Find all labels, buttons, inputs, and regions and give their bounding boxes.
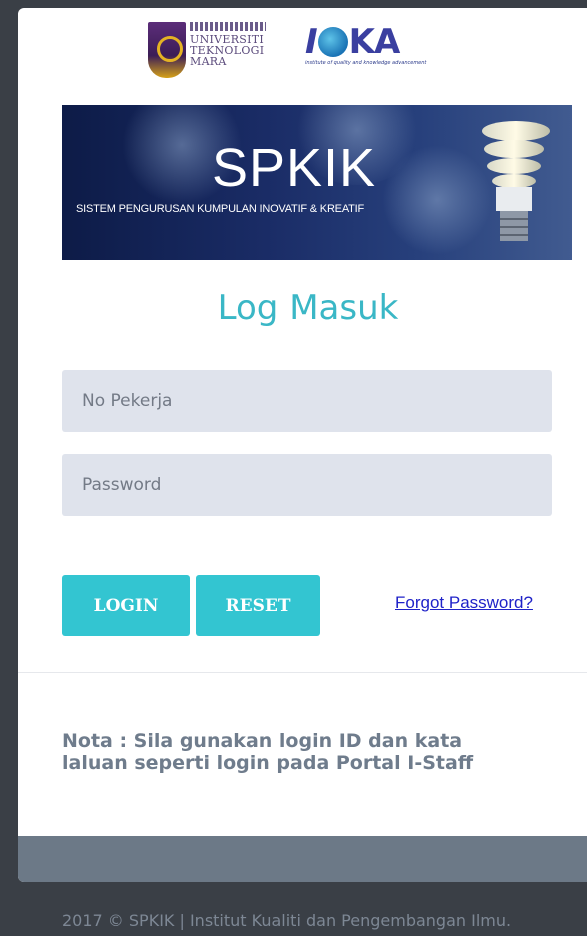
page-background xyxy=(0,0,18,936)
iqka-wordmark: I KA xyxy=(305,22,400,62)
employee-number-input[interactable] xyxy=(62,370,552,432)
login-note: Nota : Sila gunakan login ID dan kata la… xyxy=(62,730,474,774)
uitm-line-3: MARA xyxy=(190,55,227,68)
logo-header: UNIVERSITI TEKNOLOGI MARA I KA institute … xyxy=(18,8,587,98)
banner-subtitle: SISTEM PENGURUSAN KUMPULAN INOVATIF & KR… xyxy=(76,203,365,215)
login-button[interactable]: LOGIN xyxy=(62,575,190,636)
login-card: UNIVERSITI TEKNOLOGI MARA I KA institute … xyxy=(18,8,587,882)
forgot-password-link[interactable]: Forgot Password? xyxy=(395,593,533,613)
iqka-logo: I KA institute of quality and knowledge a… xyxy=(305,22,475,66)
spkik-banner: SPKIK SISTEM PENGURUSAN KUMPULAN INOVATI… xyxy=(62,105,572,260)
banner-title: SPKIK xyxy=(212,138,377,198)
uitm-logo: UNIVERSITI TEKNOLOGI MARA xyxy=(148,22,266,78)
reset-button[interactable]: RESET xyxy=(196,575,320,636)
divider xyxy=(18,672,587,673)
uitm-crest-icon xyxy=(148,22,186,78)
password-input[interactable] xyxy=(62,454,552,516)
page-title: Log Masuk xyxy=(217,288,399,328)
globe-icon xyxy=(317,27,348,57)
uitm-jawi-script xyxy=(190,22,266,31)
card-footer-bar xyxy=(18,836,587,882)
page-footer: 2017 © SPKIK | Institut Kualiti dan Peng… xyxy=(62,911,512,930)
lightbulb-icon xyxy=(482,121,550,241)
